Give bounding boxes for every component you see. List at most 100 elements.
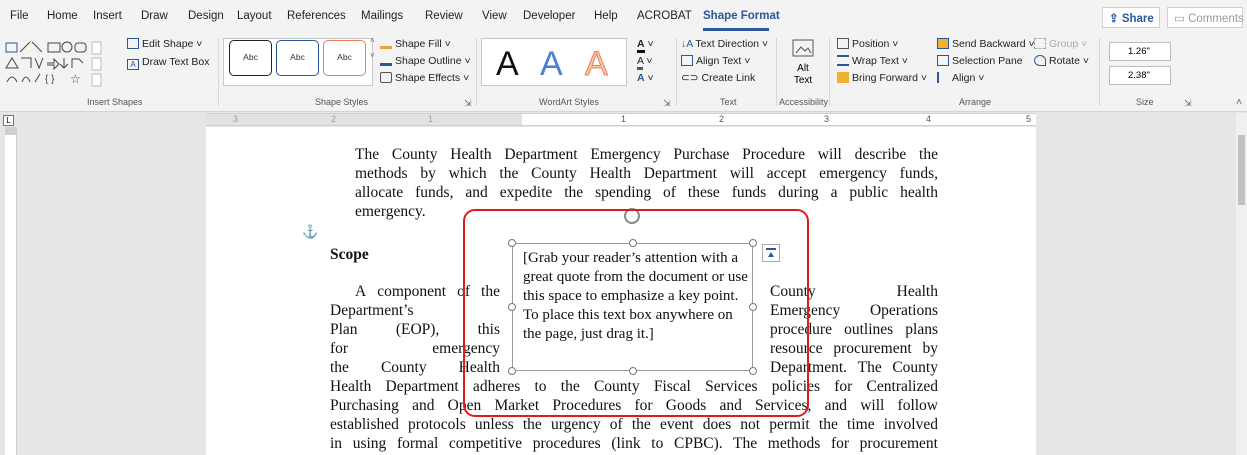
- wordart-style-1[interactable]: A: [496, 45, 519, 84]
- intro-line: emergency.: [355, 203, 426, 220]
- edit-shape-button[interactable]: Edit Shape ˅: [127, 38, 202, 50]
- gallery-scroll-up[interactable]: ˄: [370, 36, 375, 45]
- text-box-icon: A: [127, 59, 139, 70]
- menu-bar: File Home Insert Draw Design Layout Refe…: [0, 0, 1247, 34]
- intro-line: The County Health Department Emergency P…: [355, 146, 938, 163]
- svg-text:☆: ☆: [70, 72, 81, 86]
- ruler-margin-left-overlay: [206, 113, 522, 126]
- active-tab-indicator: [703, 28, 769, 31]
- align-button[interactable]: Align ˅: [937, 72, 984, 84]
- tab-file[interactable]: File: [10, 10, 29, 22]
- shape-effects-icon: [380, 72, 392, 83]
- tab-selector[interactable]: L: [3, 115, 14, 126]
- wordart-styles-launcher[interactable]: ⇲: [663, 98, 671, 109]
- size-launcher[interactable]: ⇲: [1184, 98, 1192, 109]
- text-direction-icon: ↓A: [681, 38, 696, 50]
- align-text-icon: [681, 55, 693, 66]
- tab-references[interactable]: References: [287, 10, 346, 22]
- text-fill-icon: A: [637, 38, 645, 53]
- wordart-style-2[interactable]: A: [540, 45, 563, 84]
- insert-shapes-label: Insert Shapes: [87, 97, 143, 107]
- scope-heading: Scope: [330, 246, 369, 263]
- separator: [829, 38, 830, 106]
- shapes-gallery-icon: { } ☆: [5, 41, 102, 87]
- svg-text:{ }: { }: [45, 74, 55, 85]
- gallery-scroll-down[interactable]: ˅: [370, 51, 375, 60]
- bring-forward-icon: [837, 72, 849, 83]
- vertical-ruler-margin: [5, 127, 17, 135]
- share-icon: ⇪: [1109, 13, 1122, 25]
- tab-developer[interactable]: Developer: [523, 10, 575, 22]
- size-label: Size: [1136, 97, 1154, 107]
- group-button[interactable]: Group ˅: [1034, 38, 1087, 50]
- text-effects-button[interactable]: A ˅: [637, 72, 654, 84]
- comments-button[interactable]: ▭ Comments: [1167, 7, 1244, 28]
- position-button[interactable]: Position ˅: [837, 38, 898, 50]
- wrap-text-button[interactable]: Wrap Text ˅: [837, 55, 908, 67]
- vertical-ruler[interactable]: [5, 127, 17, 455]
- collapse-ribbon-icon[interactable]: ˄: [1236, 96, 1242, 108]
- tab-home[interactable]: Home: [47, 10, 78, 22]
- left-line: Department’s: [330, 302, 414, 319]
- shape-styles-launcher[interactable]: ⇲: [464, 98, 472, 109]
- text-fill-button[interactable]: A ˅: [637, 38, 654, 53]
- shape-style-1[interactable]: Abc: [229, 40, 272, 76]
- ruler-tick-label: 2: [719, 114, 725, 124]
- shape-fill-button[interactable]: Shape Fill ˅: [380, 38, 451, 50]
- text-outline-button[interactable]: A ˅: [637, 55, 653, 70]
- separator: [676, 38, 677, 106]
- send-backward-button[interactable]: Send Backward ˅: [937, 38, 1035, 50]
- tab-design[interactable]: Design: [188, 10, 224, 22]
- share-button[interactable]: ⇪ Share: [1102, 7, 1160, 28]
- intro-line: allocate funds, and expedite the spendin…: [355, 184, 938, 201]
- create-link-button[interactable]: ⊂⊃ Create Link: [681, 72, 755, 84]
- bring-forward-button[interactable]: Bring Forward ˅: [837, 72, 927, 84]
- align-text-button[interactable]: Align Text ˅: [681, 55, 750, 67]
- text-group-label: Text: [720, 97, 737, 107]
- wordart-style-3[interactable]: A: [585, 45, 609, 84]
- shape-effects-button[interactable]: Shape Effects ˅: [380, 72, 469, 84]
- paint-bucket-icon: [380, 38, 392, 49]
- text-direction-button[interactable]: ↓A Text Direction ˅: [681, 38, 768, 50]
- tab-view[interactable]: View: [482, 10, 507, 22]
- shape-style-3[interactable]: Abc: [323, 40, 366, 76]
- link-icon: ⊂⊃: [681, 72, 702, 84]
- shape-styles-label: Shape Styles: [315, 97, 369, 107]
- tab-mailings[interactable]: Mailings: [361, 10, 403, 22]
- draw-text-box-button[interactable]: A Draw Text Box: [127, 56, 210, 70]
- tab-help[interactable]: Help: [594, 10, 618, 22]
- send-backward-icon: [937, 38, 949, 49]
- separator: [218, 38, 219, 106]
- tab-draw[interactable]: Draw: [141, 10, 168, 22]
- scrollbar-thumb[interactable]: [1238, 135, 1245, 205]
- separator: [1099, 38, 1100, 106]
- body-line: in using formal competitive procedures (…: [330, 435, 938, 452]
- wordart-styles-label: WordArt Styles: [539, 97, 599, 107]
- anchor-icon[interactable]: ⚓: [302, 224, 318, 240]
- position-icon: [837, 38, 849, 49]
- selection-pane-button[interactable]: Selection Pane: [937, 55, 1023, 67]
- accessibility-label: Accessibility: [779, 97, 829, 107]
- shapes-gallery[interactable]: { } ☆: [4, 40, 122, 88]
- tab-shape-format[interactable]: Shape Format: [703, 10, 780, 22]
- separator: [476, 38, 477, 106]
- separator: [776, 38, 777, 106]
- shape-height-field[interactable]: 1.26": [1109, 42, 1171, 61]
- tab-review[interactable]: Review: [425, 10, 463, 22]
- shape-width-field[interactable]: 2.38": [1109, 66, 1171, 85]
- tab-layout[interactable]: Layout: [237, 10, 272, 22]
- ruler-tick-label: 4: [926, 114, 932, 124]
- ruler-tick-label: 5: [1026, 114, 1032, 124]
- arrange-label: Arrange: [959, 97, 992, 107]
- group-icon: [1034, 38, 1046, 49]
- shape-outline-button[interactable]: Shape Outline ˅: [380, 55, 471, 67]
- alt-text-button[interactable]: Alt Text: [783, 38, 823, 94]
- tab-acrobat[interactable]: ACROBAT: [637, 10, 692, 22]
- rotate-icon: [1034, 55, 1046, 66]
- ruler-tick-label: 3: [824, 114, 830, 124]
- shape-style-2[interactable]: Abc: [276, 40, 319, 76]
- tab-insert[interactable]: Insert: [93, 10, 122, 22]
- rotate-button[interactable]: Rotate ˅: [1034, 55, 1089, 67]
- comments-label: Comments: [1188, 13, 1244, 25]
- text-effects-icon: A: [637, 72, 645, 84]
